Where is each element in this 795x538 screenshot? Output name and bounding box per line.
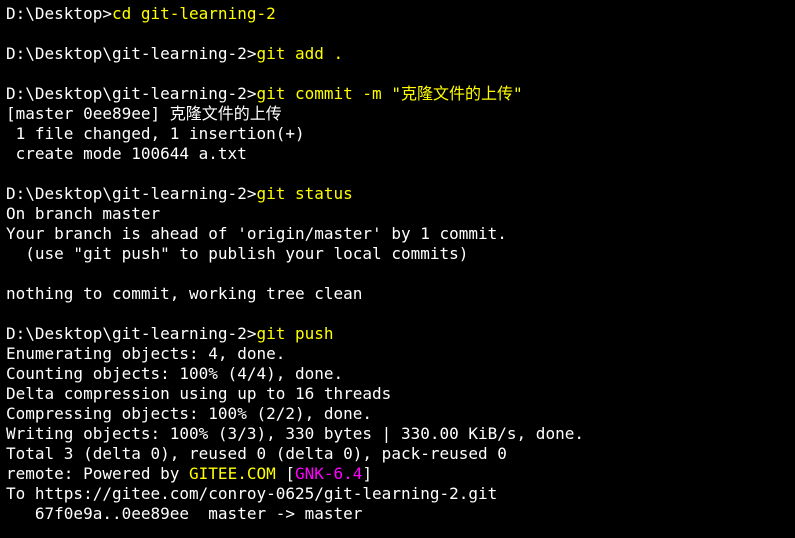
terminal-output: nothing to commit, working tree clean — [6, 284, 789, 304]
terminal-output: Your branch is ahead of 'origin/master' … — [6, 224, 789, 244]
terminal-blank — [6, 304, 789, 324]
command: git push — [256, 324, 333, 343]
command: cd git-learning-2 — [112, 4, 276, 23]
terminal-output: remote: Powered by GITEE.COM [GNK-6.4] — [6, 464, 789, 484]
prompt: D:\Desktop\git-learning-2> — [6, 324, 256, 343]
gnk-version: GNK-6.4 — [295, 464, 362, 483]
prompt: D:\Desktop> — [6, 4, 112, 23]
terminal-output: Compressing objects: 100% (2/2), done. — [6, 404, 789, 424]
command: git status — [256, 184, 352, 203]
terminal-output: Enumerating objects: 4, done. — [6, 344, 789, 364]
prompt: D:\Desktop\git-learning-2> — [6, 84, 256, 103]
terminal-line[interactable]: D:\Desktop\git-learning-2>git push — [6, 324, 789, 344]
terminal-line[interactable]: D:\Desktop\git-learning-2>git commit -m … — [6, 84, 789, 104]
bracket-text: [ — [276, 464, 295, 483]
terminal-blank — [6, 24, 789, 44]
terminal-output: (use "git push" to publish your local co… — [6, 244, 789, 264]
terminal-line[interactable]: D:\Desktop\git-learning-2>git add . — [6, 44, 789, 64]
terminal-line[interactable]: D:\Desktop\git-learning-2>git status — [6, 184, 789, 204]
terminal-line[interactable]: D:\Desktop>cd git-learning-2 — [6, 4, 789, 24]
terminal-output: Delta compression using up to 16 threads — [6, 384, 789, 404]
terminal-output: To https://gitee.com/conroy-0625/git-lea… — [6, 484, 789, 504]
command: git add . — [256, 44, 343, 63]
terminal-output: Writing objects: 100% (3/3), 330 bytes |… — [6, 424, 789, 444]
terminal-blank — [6, 164, 789, 184]
terminal-output: Total 3 (delta 0), reused 0 (delta 0), p… — [6, 444, 789, 464]
terminal-output: 67f0e9a..0ee89ee master -> master — [6, 504, 789, 524]
prompt: D:\Desktop\git-learning-2> — [6, 44, 256, 63]
prompt: D:\Desktop\git-learning-2> — [6, 184, 256, 203]
terminal-output: Counting objects: 100% (4/4), done. — [6, 364, 789, 384]
bracket-text: ] — [362, 464, 372, 483]
terminal-output: 1 file changed, 1 insertion(+) — [6, 124, 789, 144]
terminal-blank — [6, 64, 789, 84]
command: git commit -m "克隆文件的上传" — [256, 84, 522, 103]
gitee-brand: GITEE.COM — [189, 464, 276, 483]
terminal-output: On branch master — [6, 204, 789, 224]
terminal-blank — [6, 264, 789, 284]
terminal-output: [master 0ee89ee] 克隆文件的上传 — [6, 104, 789, 124]
remote-text: remote: Powered by — [6, 464, 189, 483]
terminal-output: create mode 100644 a.txt — [6, 144, 789, 164]
